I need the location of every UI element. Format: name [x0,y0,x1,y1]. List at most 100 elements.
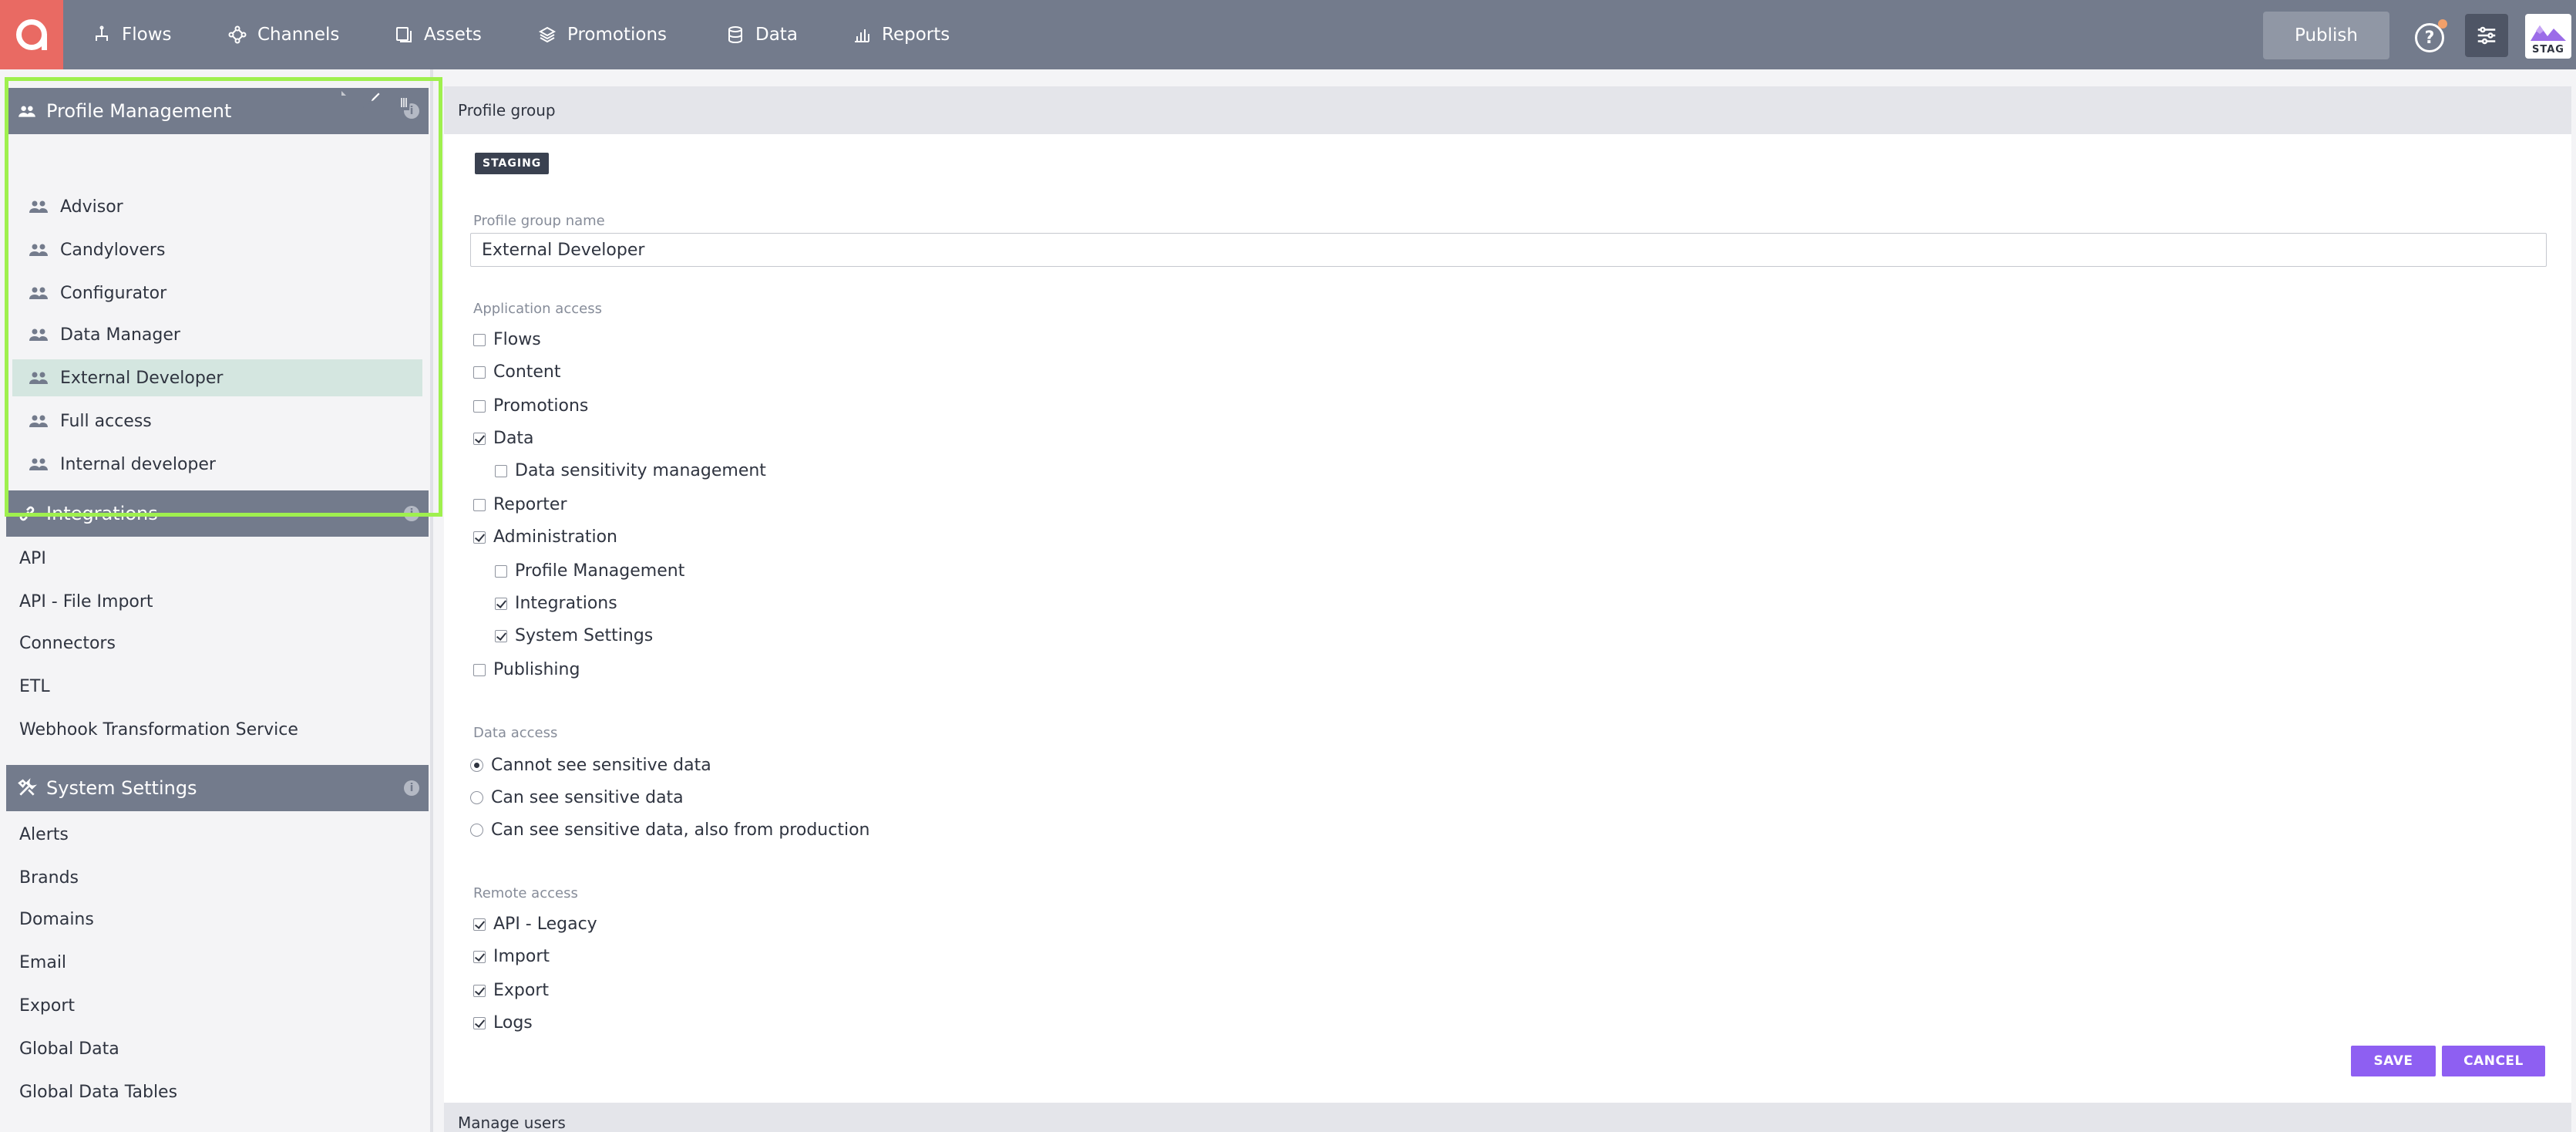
checkbox-publishing[interactable]: Publishing [473,660,580,679]
checkbox-box[interactable] [473,1016,486,1029]
group-item-external-developer[interactable]: External Developer [12,359,422,396]
checkbox-reporter[interactable]: Reporter [473,495,567,514]
profile-group-name-input[interactable] [470,233,2547,267]
nav-reports[interactable]: Reports [853,0,950,69]
checkbox-label: Publishing [493,660,580,679]
nav-assets[interactable]: Assets [395,0,482,69]
checkbox-import[interactable]: Import [473,947,550,966]
integrations-item-api-file-import[interactable]: API - File Import [19,592,153,611]
nav-promotions-label: Promotions [567,25,668,45]
group-label: Advisor [60,197,123,217]
checkbox-flows[interactable]: Flows [473,330,541,349]
system-item-global-data[interactable]: Global Data [19,1039,119,1059]
publish-button[interactable]: Publish [2263,12,2389,59]
system-item-email[interactable]: Email [19,953,66,972]
group-item-candylovers[interactable]: Candylovers [12,231,422,268]
link-icon [15,502,39,525]
tools-icon [15,777,39,800]
reports-icon [853,25,871,44]
nav-channels[interactable]: Channels [228,0,339,69]
radio-button[interactable] [470,759,483,772]
integrations-item-api[interactable]: API [19,549,46,568]
info-icon[interactable]: i [404,506,419,521]
application-access-label: Application access [473,301,602,317]
cancel-button[interactable]: CANCEL [2442,1046,2545,1076]
environment-badge[interactable]: STAG [2525,14,2571,59]
radio-button[interactable] [470,791,483,804]
group-item-data-manager[interactable]: Data Manager [12,316,422,353]
checkbox-box[interactable] [473,531,486,544]
system-item-global-data-tables[interactable]: Global Data Tables [19,1083,177,1102]
group-icon [29,242,48,258]
checkbox-box[interactable] [473,432,486,445]
checkbox-api-legacy[interactable]: API - Legacy [473,915,597,934]
manage-users-header[interactable]: Manage users [444,1103,2571,1132]
group-item-advisor[interactable]: Advisor [12,188,422,225]
group-icon [29,199,48,214]
group-item-internal-developer[interactable]: Internal developer [12,446,422,483]
checkbox-box[interactable] [473,366,486,379]
system-item-brands[interactable]: Brands [19,868,79,888]
logo-mark-icon [16,19,47,50]
group-item-configurator[interactable]: Configurator [12,275,422,312]
delete-icon[interactable] [395,89,413,111]
system-item-export[interactable]: Export [19,996,75,1016]
checkbox-label: Export [493,981,550,1000]
checkbox-box[interactable] [473,918,486,931]
nav-flows-label: Flows [122,25,172,45]
panel-header: Profile group [444,86,2571,134]
radio-can-see-sensitive[interactable]: Can see sensitive data [470,788,684,807]
checkbox-data[interactable]: Data [473,429,534,448]
checkbox-integrations[interactable]: Integrations [495,594,617,613]
group-icon [29,327,48,342]
system-item-domains[interactable]: Domains [19,910,94,929]
nav-promotions[interactable]: Promotions [538,0,667,69]
group-label: Candylovers [60,240,166,260]
group-icon [29,370,48,386]
checkbox-administration[interactable]: Administration [473,527,617,547]
channels-icon [228,25,247,44]
nav-reports-label: Reports [882,25,950,45]
save-button[interactable]: SAVE [2351,1046,2436,1076]
checkbox-box[interactable] [473,399,486,413]
app-logo[interactable] [0,0,63,69]
checkbox-box[interactable] [495,629,507,642]
checkbox-system-settings[interactable]: System Settings [495,626,653,645]
integrations-item-etl[interactable]: ETL [19,677,50,696]
group-item-full-access[interactable]: Full access [12,403,422,440]
integrations-item-webhook[interactable]: Webhook Transformation Service [19,720,298,740]
sidebar-divider[interactable] [430,69,433,1132]
checkbox-promotions[interactable]: Promotions [473,396,588,416]
info-icon[interactable]: i [404,780,419,796]
checkbox-profile-management[interactable]: Profile Management [495,561,684,581]
checkbox-box[interactable] [473,663,486,676]
integrations-item-connectors[interactable]: Connectors [19,634,116,653]
checkbox-box[interactable] [473,950,486,963]
system-settings-header[interactable]: System Settings i [6,765,429,811]
checkbox-export[interactable]: Export [473,981,549,1000]
nav-data[interactable]: Data [726,0,798,69]
integrations-header[interactable]: Integrations i [6,490,429,537]
radio-label: Can see sensitive data [491,788,684,807]
checkbox-logs[interactable]: Logs [473,1013,533,1033]
checkbox-box[interactable] [473,984,486,997]
new-document-icon[interactable] [330,89,348,111]
edit-icon[interactable] [362,89,381,111]
promotions-icon [538,25,557,44]
checkbox-box[interactable] [473,333,486,346]
checkbox-box[interactable] [495,564,507,578]
radio-can-see-sensitive-production[interactable]: Can see sensitive data, also from produc… [470,820,869,840]
nav-flows[interactable]: Flows [92,0,172,69]
checkbox-label: Promotions [493,396,589,416]
group-label: Configurator [60,283,167,303]
checkbox-data-sensitivity-management[interactable]: Data sensitivity management [495,461,766,480]
checkbox-label: Integrations [515,594,617,613]
checkbox-box[interactable] [495,464,507,477]
radio-button[interactable] [470,824,483,837]
settings-button[interactable] [2465,14,2508,57]
checkbox-box[interactable] [473,498,486,511]
checkbox-content[interactable]: Content [473,362,561,382]
radio-cannot-see-sensitive[interactable]: Cannot see sensitive data [470,756,711,775]
system-item-alerts[interactable]: Alerts [19,825,69,844]
checkbox-box[interactable] [495,597,507,610]
